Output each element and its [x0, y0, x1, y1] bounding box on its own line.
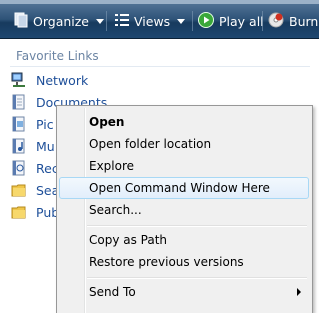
menu-item-restore-previous-versions[interactable]: Restore previous versions: [59, 251, 309, 273]
menu-item-send-to[interactable]: Send To: [59, 281, 309, 303]
menu-item-open-command-window[interactable]: Open Command Window Here: [59, 177, 309, 199]
menu-item-label: Explore: [89, 159, 135, 173]
favorite-link-public[interactable]: Pub: [11, 202, 59, 222]
burn-button[interactable]: Burn: [268, 4, 318, 38]
organize-icon: [14, 12, 28, 31]
menu-item-open-folder-location[interactable]: Open folder location: [59, 133, 309, 155]
toolbar-separator: [262, 11, 263, 31]
menu-separator: [87, 277, 307, 279]
favorite-links-heading: Favorite Links: [16, 49, 99, 63]
play-icon: [198, 11, 214, 31]
network-icon: [11, 72, 27, 88]
menu-item-open[interactable]: Open: [59, 111, 309, 133]
menu-item-copy-as-path[interactable]: Copy as Path: [59, 229, 309, 251]
menu-item-label: Open: [89, 115, 125, 129]
menu-item-label: Open folder location: [89, 137, 212, 151]
favorite-links-divider: [10, 66, 310, 67]
favorite-link-network[interactable]: Network: [11, 70, 88, 90]
command-toolbar: Organize Views Play all Burn: [0, 4, 319, 39]
favorite-link-searches[interactable]: Sea: [11, 180, 59, 200]
favorite-link-recent[interactable]: Rec: [11, 158, 59, 178]
menu-item-label: Copy as Path: [89, 233, 168, 247]
favorite-link-label: Pic: [36, 116, 54, 132]
organize-button[interactable]: Organize: [14, 4, 104, 38]
menu-item-label: Send To: [89, 285, 136, 299]
organize-label: Organize: [33, 13, 89, 29]
favorite-link-music[interactable]: Mu: [11, 136, 55, 156]
burn-disc-icon: [268, 12, 284, 31]
views-label: Views: [134, 13, 171, 29]
submenu-arrow-icon: [297, 288, 301, 296]
menu-item-explore[interactable]: Explore: [59, 155, 309, 177]
views-button[interactable]: Views: [115, 4, 186, 38]
play-all-label: Play all: [219, 13, 264, 29]
favorite-link-pictures[interactable]: Pic: [11, 114, 54, 134]
menu-item-search[interactable]: Search...: [59, 199, 309, 221]
menu-separator: [87, 225, 307, 227]
public-folder-icon: [11, 204, 27, 220]
menu-item-label: Open Command Window Here: [89, 181, 270, 195]
toolbar-separator: [106, 11, 107, 31]
recent-icon: [11, 160, 27, 176]
favorite-link-label: Network: [36, 72, 89, 88]
menu-item-label: Restore previous versions: [89, 255, 244, 269]
context-menu: Open Open folder location Explore Open C…: [56, 105, 313, 313]
burn-label: Burn: [289, 13, 319, 29]
toolbar-separator: [192, 11, 193, 31]
music-icon: [11, 138, 27, 154]
menu-item-label: Search...: [89, 203, 142, 217]
documents-icon: [11, 94, 27, 110]
chevron-down-icon: [96, 18, 104, 24]
views-icon: [115, 13, 129, 30]
pictures-icon: [11, 116, 27, 132]
searches-folder-icon: [11, 182, 27, 198]
favorite-link-label: Mu: [36, 138, 55, 154]
chevron-down-icon: [177, 18, 186, 24]
play-all-button[interactable]: Play all: [198, 4, 264, 38]
